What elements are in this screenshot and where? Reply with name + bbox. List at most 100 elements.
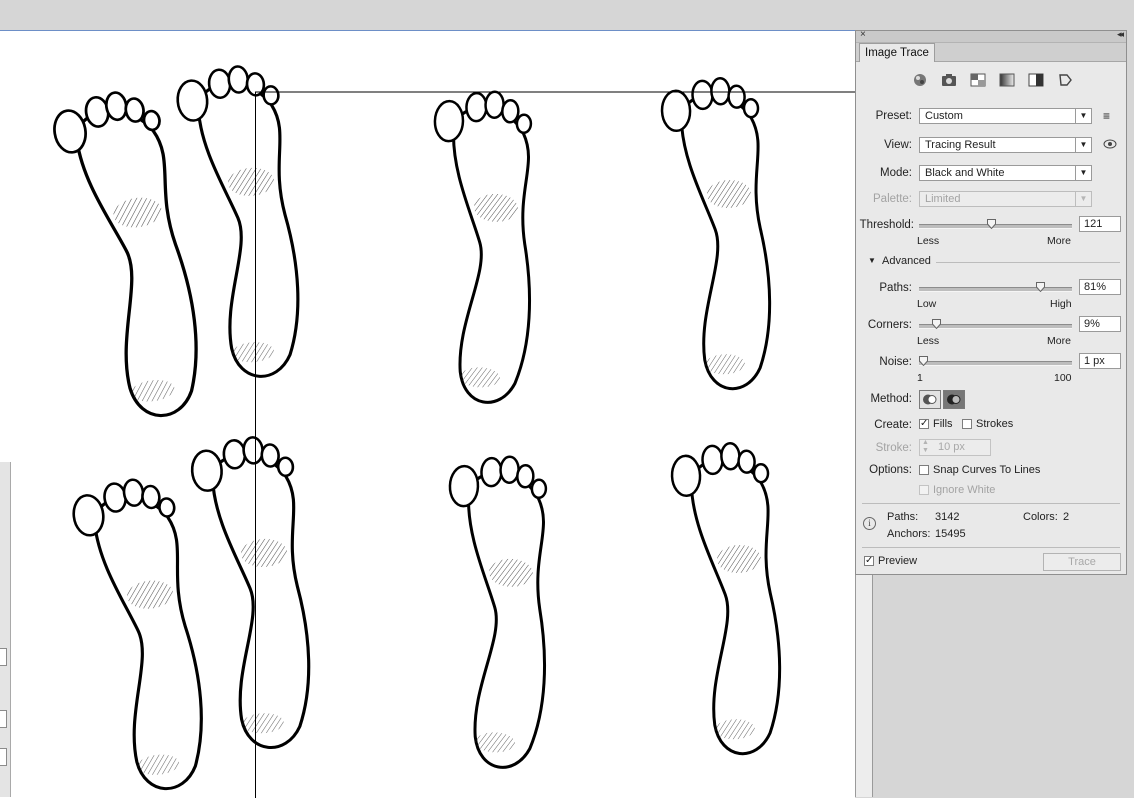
advanced-toggle-icon[interactable]: ▼ bbox=[868, 256, 876, 265]
black-and-white-icon[interactable] bbox=[1026, 71, 1046, 89]
chevron-down-icon: ▼ bbox=[1075, 166, 1091, 180]
info-anchors-label: Anchors: bbox=[887, 528, 931, 540]
palette-dropdown[interactable]: Limited ▼ bbox=[919, 191, 1092, 207]
chevron-down-icon: ▼ bbox=[1075, 109, 1091, 123]
corners-slider-thumb[interactable] bbox=[931, 319, 941, 329]
tab-image-trace[interactable]: Image Trace bbox=[859, 43, 935, 62]
preset-dropdown[interactable]: Custom ▼ bbox=[919, 108, 1092, 124]
threshold-min-label: Less bbox=[917, 235, 940, 247]
collapse-icon[interactable]: ◂◂ bbox=[1117, 29, 1124, 40]
method-overlapping-button[interactable] bbox=[943, 390, 965, 409]
foot-single-2 bbox=[659, 75, 775, 393]
left-field-3[interactable] bbox=[0, 748, 7, 766]
eye-icon[interactable] bbox=[1103, 139, 1117, 152]
right-dock-strip bbox=[855, 575, 873, 797]
stroke-value: 10 px bbox=[938, 441, 965, 453]
image-trace-panel: × ◂◂ Image Trace Preset: Custom ▼ ≡ View… bbox=[855, 29, 1127, 575]
mode-dropdown[interactable]: Black and White ▼ bbox=[919, 165, 1092, 181]
method-abutting-button[interactable] bbox=[919, 390, 941, 409]
noise-min-label: 1 bbox=[917, 372, 923, 384]
strokes-label: Strokes bbox=[976, 418, 1014, 430]
info-colors-label: Colors: bbox=[1023, 511, 1058, 523]
threshold-slider-thumb[interactable] bbox=[986, 219, 996, 229]
preset-value: Custom bbox=[925, 110, 963, 122]
paths-min-label: Low bbox=[917, 298, 937, 310]
threshold-input[interactable]: 121 bbox=[1079, 216, 1121, 232]
close-icon[interactable]: × bbox=[860, 29, 866, 40]
corners-input[interactable]: 9% bbox=[1079, 316, 1121, 332]
info-paths-label: Paths: bbox=[887, 511, 919, 523]
high-color-icon[interactable] bbox=[939, 71, 959, 89]
noise-slider-thumb[interactable] bbox=[919, 356, 928, 366]
info-colors-value: 2 bbox=[1063, 511, 1070, 523]
foot-single-3 bbox=[438, 453, 554, 771]
info-icon: i bbox=[863, 517, 876, 530]
artboard-canvas[interactable] bbox=[0, 30, 855, 798]
corners-label: Corners: bbox=[867, 319, 912, 331]
method-label: Method: bbox=[870, 393, 912, 405]
chevron-down-icon: ▼ bbox=[1075, 192, 1091, 206]
preset-label: Preset: bbox=[875, 110, 912, 122]
left-field-2[interactable] bbox=[0, 710, 7, 728]
noise-slider[interactable] bbox=[919, 356, 1072, 366]
ignore-white-checkbox[interactable] bbox=[919, 485, 929, 495]
view-label: View: bbox=[884, 139, 912, 151]
traced-feet-artwork bbox=[48, 62, 855, 798]
panel-titlebar[interactable]: × ◂◂ bbox=[856, 29, 1126, 43]
view-dropdown[interactable]: Tracing Result ▼ bbox=[919, 137, 1092, 153]
stepper-arrows-icon[interactable]: ▲ ▼ bbox=[922, 439, 929, 455]
threshold-max-label: More bbox=[1047, 235, 1071, 247]
info-divider-bottom bbox=[862, 547, 1120, 548]
options-label: Options: bbox=[869, 464, 912, 476]
left-field-1[interactable] bbox=[0, 648, 7, 666]
advanced-divider bbox=[936, 262, 1120, 263]
foot-left-2 bbox=[68, 473, 212, 797]
left-panel-edge bbox=[0, 462, 11, 797]
corners-max-label: More bbox=[1047, 335, 1071, 347]
paths-max-label: High bbox=[1050, 298, 1072, 310]
foot-single-4 bbox=[669, 440, 785, 758]
preview-label: Preview bbox=[878, 555, 918, 567]
low-color-icon[interactable] bbox=[968, 71, 988, 89]
ignore-white-label: Ignore White bbox=[933, 484, 996, 496]
threshold-label: Threshold: bbox=[859, 219, 914, 231]
paths-input[interactable]: 81% bbox=[1079, 279, 1121, 295]
snap-curves-checkbox[interactable] bbox=[919, 465, 929, 475]
fills-checkbox[interactable]: ✓ bbox=[919, 419, 929, 429]
preset-icon-row bbox=[910, 71, 1075, 89]
noise-max-label: 100 bbox=[1054, 372, 1072, 384]
strokes-checkbox[interactable] bbox=[962, 419, 972, 429]
threshold-slider[interactable] bbox=[919, 219, 1072, 229]
mode-label: Mode: bbox=[880, 167, 912, 179]
foot-right-2 bbox=[188, 433, 316, 753]
corners-min-label: Less bbox=[917, 335, 940, 347]
preset-list-icon[interactable]: ≡ bbox=[1103, 109, 1110, 123]
paths-slider[interactable] bbox=[919, 282, 1072, 292]
noise-input[interactable]: 1 px bbox=[1079, 353, 1121, 369]
paths-label: Paths: bbox=[879, 282, 912, 294]
create-label: Create: bbox=[874, 419, 912, 431]
outline-icon[interactable] bbox=[1055, 71, 1075, 89]
grayscale-icon[interactable] bbox=[997, 71, 1017, 89]
mode-value: Black and White bbox=[925, 167, 1005, 179]
corners-slider[interactable] bbox=[919, 319, 1072, 329]
stroke-label: Stroke: bbox=[875, 442, 912, 454]
chevron-down-icon: ▼ bbox=[1075, 138, 1091, 152]
stroke-stepper[interactable]: ▲ ▼ 10 px bbox=[919, 439, 991, 456]
trace-button[interactable]: Trace bbox=[1043, 553, 1121, 571]
palette-label: Palette: bbox=[873, 193, 912, 205]
auto-color-icon[interactable] bbox=[910, 71, 930, 89]
preview-checkbox[interactable]: ✓ bbox=[864, 556, 874, 566]
palette-value: Limited bbox=[925, 193, 961, 205]
advanced-label[interactable]: Advanced bbox=[882, 255, 931, 267]
foot-single-1 bbox=[423, 88, 539, 406]
info-paths-value: 3142 bbox=[935, 511, 960, 523]
info-divider-top bbox=[862, 503, 1120, 504]
view-value: Tracing Result bbox=[925, 139, 996, 151]
snap-curves-label: Snap Curves To Lines bbox=[933, 464, 1041, 476]
noise-label: Noise: bbox=[879, 356, 912, 368]
fills-label: Fills bbox=[933, 418, 953, 430]
info-anchors-value: 15495 bbox=[935, 528, 966, 540]
foot-left-1 bbox=[48, 84, 210, 426]
paths-slider-thumb[interactable] bbox=[1035, 282, 1045, 292]
